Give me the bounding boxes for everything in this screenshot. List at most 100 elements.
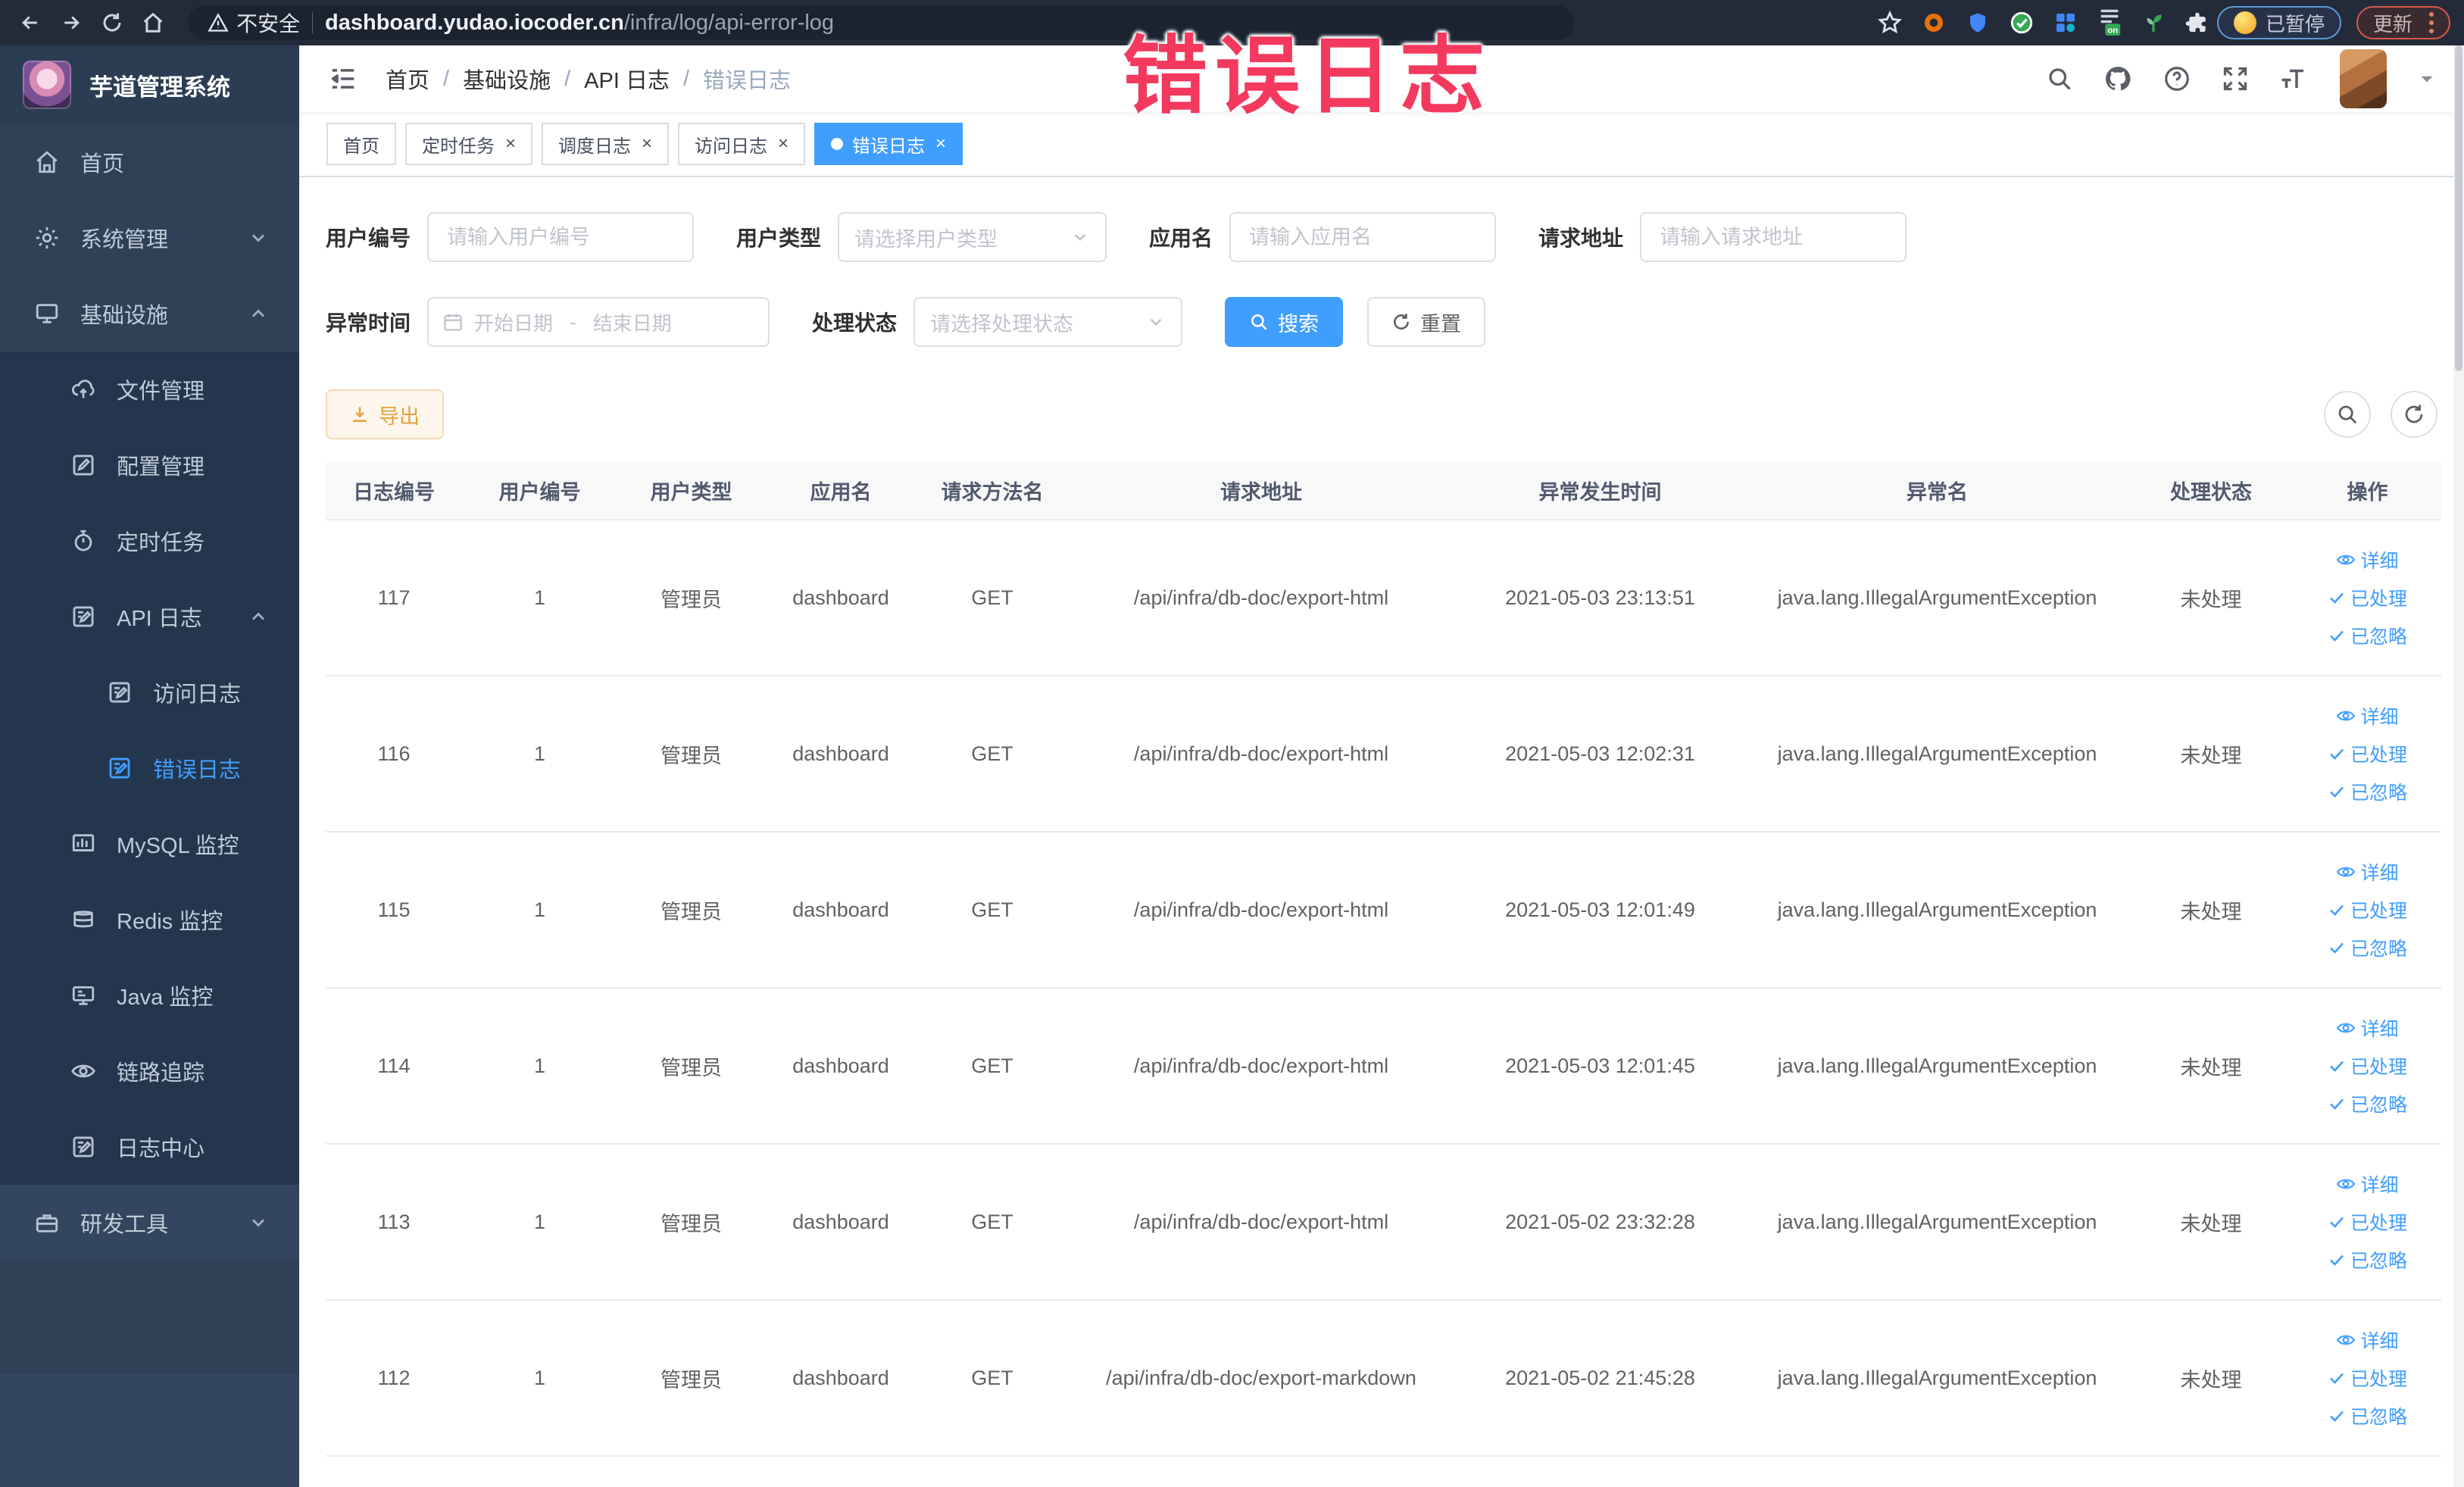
close-icon[interactable]: × — [505, 135, 516, 153]
tab-job[interactable]: 定时任务 × — [405, 123, 533, 165]
sidebar-item-job[interactable]: 定时任务 — [0, 503, 299, 579]
github-icon[interactable] — [2103, 64, 2132, 93]
sidebar-item-config[interactable]: 配置管理 — [0, 427, 299, 503]
fullscreen-icon[interactable] — [2222, 65, 2249, 92]
breadcrumb-item[interactable]: API 日志 — [584, 63, 670, 95]
sidebar-logo[interactable]: 芋道管理系统 — [0, 45, 299, 124]
search-button[interactable]: 搜索 — [1225, 297, 1344, 347]
sidebar-item-log-center[interactable]: 日志中心 — [0, 1109, 299, 1185]
action-ignored-link[interactable]: 已忽略 — [2328, 934, 2407, 961]
toggle-search-button[interactable] — [2324, 391, 2371, 438]
grid-extension-icon[interactable] — [2052, 9, 2079, 36]
action-detail-link[interactable]: 详细 — [2336, 1170, 2399, 1198]
action-detail-link[interactable]: 详细 — [2336, 702, 2399, 729]
green-sprout-extension-icon[interactable] — [2140, 9, 2167, 36]
action-ignored-link[interactable]: 已忽略 — [2328, 1246, 2407, 1273]
close-icon[interactable]: × — [935, 135, 946, 153]
log-edit-icon — [67, 604, 100, 629]
breadcrumb-item[interactable]: 基础设施 — [463, 63, 551, 95]
browser-back-button[interactable] — [14, 6, 47, 39]
breadcrumb-separator: / — [682, 66, 690, 91]
tab-api-error[interactable]: 错误日志 × — [814, 123, 963, 165]
sidebar-item-api-log[interactable]: API 日志 — [0, 579, 299, 654]
sidebar-item-file[interactable]: 文件管理 — [0, 351, 299, 427]
browser-forward-button[interactable] — [55, 6, 88, 39]
action-processed-link[interactable]: 已处理 — [2328, 896, 2407, 923]
user-type-label: 用户类型 — [736, 226, 822, 250]
help-icon[interactable] — [2163, 64, 2191, 93]
column-header: 用户编号 — [462, 462, 617, 520]
action-processed-link[interactable]: 已处理 — [2328, 584, 2407, 611]
sidebar-item-home[interactable]: 首页 — [0, 124, 299, 200]
tab-api-access[interactable]: 访问日志 × — [678, 123, 806, 165]
app-name-input[interactable] — [1229, 212, 1497, 262]
cell-user_type: 管理员 — [617, 1144, 765, 1301]
reset-button[interactable]: 重置 — [1367, 297, 1486, 347]
browser-update-button[interactable]: 更新 — [2356, 6, 2450, 39]
scrollbar-thumb[interactable] — [2455, 45, 2462, 371]
tab-home[interactable]: 首页 — [326, 123, 396, 165]
action-processed-link[interactable]: 已处理 — [2328, 1052, 2407, 1079]
active-tab-dot — [831, 138, 844, 150]
sidebar-item-infra[interactable]: 基础设施 — [0, 276, 299, 351]
bookmark-star-icon[interactable] — [1876, 9, 1903, 36]
profile-paused-badge[interactable]: 已暂停 — [2216, 6, 2341, 39]
cell-actions: 详细已处理已忽略 — [2294, 832, 2441, 989]
user-avatar[interactable] — [2340, 49, 2387, 108]
user-type-select[interactable]: 请选择用户类型 — [838, 212, 1107, 262]
cell-status: 未处理 — [2128, 1300, 2294, 1457]
sidebar-item-system[interactable]: 系统管理 — [0, 200, 299, 276]
page-scrollbar[interactable] — [2453, 45, 2464, 1487]
action-detail-link[interactable]: 详细 — [2336, 546, 2399, 573]
action-detail-link[interactable]: 详细 — [2336, 858, 2399, 886]
log-edit-icon — [103, 755, 136, 781]
address-bar[interactable]: 不安全 dashboard.yudao.iocoder.cn/infra/log… — [188, 5, 1574, 40]
cell-user_id: 1 — [462, 832, 617, 989]
sidebar-item-mysql[interactable]: MySQL 监控 — [0, 806, 299, 882]
green-check-extension-icon[interactable] — [2008, 9, 2035, 36]
action-ignored-link[interactable]: 已忽略 — [2328, 1090, 2407, 1117]
action-ignored-link[interactable]: 已忽略 — [2328, 1402, 2407, 1429]
security-indicator[interactable]: 不安全 — [208, 8, 300, 38]
orange-extension-icon[interactable] — [1920, 9, 1947, 36]
browser-reload-button[interactable] — [95, 6, 129, 39]
process-status-select[interactable]: 请选择处理状态 — [913, 297, 1183, 347]
column-header: 处理状态 — [2128, 462, 2294, 520]
action-processed-link[interactable]: 已处理 — [2328, 740, 2407, 767]
cell-user_type: 管理员 — [617, 676, 765, 833]
on-badge-extension-icon[interactable]: on — [2096, 9, 2123, 36]
blue-shield-extension-icon[interactable] — [1964, 9, 1991, 36]
breadcrumb-item[interactable]: 首页 — [386, 63, 429, 95]
sidebar-item-error-log[interactable]: 错误日志 — [0, 730, 299, 806]
browser-menu-icon[interactable] — [2429, 12, 2434, 33]
url-divider — [312, 12, 314, 33]
sidebar-collapse-icon[interactable] — [326, 62, 360, 95]
sidebar-item-trace[interactable]: 链路追踪 — [0, 1033, 299, 1109]
close-icon[interactable]: × — [642, 135, 652, 153]
action-ignored-link[interactable]: 已忽略 — [2328, 778, 2407, 805]
action-detail-link[interactable]: 详细 — [2336, 1014, 2399, 1042]
action-label: 已忽略 — [2350, 939, 2407, 960]
action-detail-link[interactable]: 详细 — [2336, 1326, 2399, 1354]
tab-job-log[interactable]: 调度日志 × — [542, 123, 670, 165]
search-icon[interactable] — [2046, 65, 2073, 92]
request-url-input[interactable] — [1640, 212, 1907, 262]
sidebar-item-java[interactable]: Java 监控 — [0, 957, 299, 1033]
export-button[interactable]: 导出 — [326, 389, 444, 439]
eye-icon — [2336, 550, 2356, 570]
chevron-down-icon[interactable] — [2417, 69, 2437, 89]
sidebar-item-redis[interactable]: Redis 监控 — [0, 882, 299, 957]
user-id-input[interactable] — [427, 212, 695, 262]
puzzle-extensions-icon[interactable] — [2184, 9, 2211, 36]
action-ignored-link[interactable]: 已忽略 — [2328, 622, 2407, 649]
sidebar-item-dev-tools[interactable]: 研发工具 — [0, 1185, 299, 1261]
exception-time-range-picker[interactable]: 开始日期 - 结束日期 — [427, 297, 770, 347]
close-icon[interactable]: × — [778, 135, 789, 153]
browser-home-button[interactable] — [136, 6, 170, 39]
action-label: 已忽略 — [2350, 1095, 2407, 1116]
action-processed-link[interactable]: 已处理 — [2328, 1364, 2407, 1392]
font-size-icon[interactable] — [2279, 65, 2309, 92]
action-processed-link[interactable]: 已处理 — [2328, 1208, 2407, 1236]
sidebar-item-access-log[interactable]: 访问日志 — [0, 654, 299, 730]
refresh-table-button[interactable] — [2391, 391, 2437, 438]
